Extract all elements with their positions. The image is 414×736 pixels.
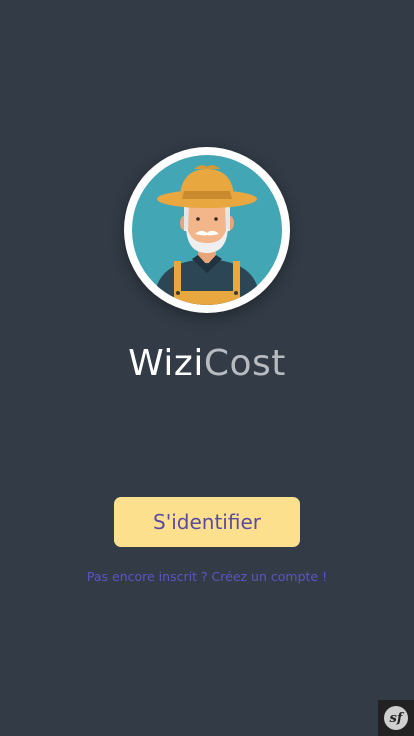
- login-button[interactable]: S'identifier: [114, 497, 300, 547]
- symfony-icon: sf: [384, 706, 408, 730]
- avatar: [124, 147, 290, 313]
- signup-link[interactable]: Pas encore inscrit ? Créez un compte !: [0, 568, 414, 586]
- symfony-toolbar-button[interactable]: sf: [378, 700, 414, 736]
- app-title-part2: Cost: [203, 343, 286, 384]
- login-screen: WiziCost S'identifier Pas encore inscrit…: [0, 0, 414, 736]
- app-title-part1: Wizi: [128, 343, 204, 384]
- app-title: WiziCost: [0, 340, 414, 388]
- farmer-avatar-icon: [132, 155, 282, 305]
